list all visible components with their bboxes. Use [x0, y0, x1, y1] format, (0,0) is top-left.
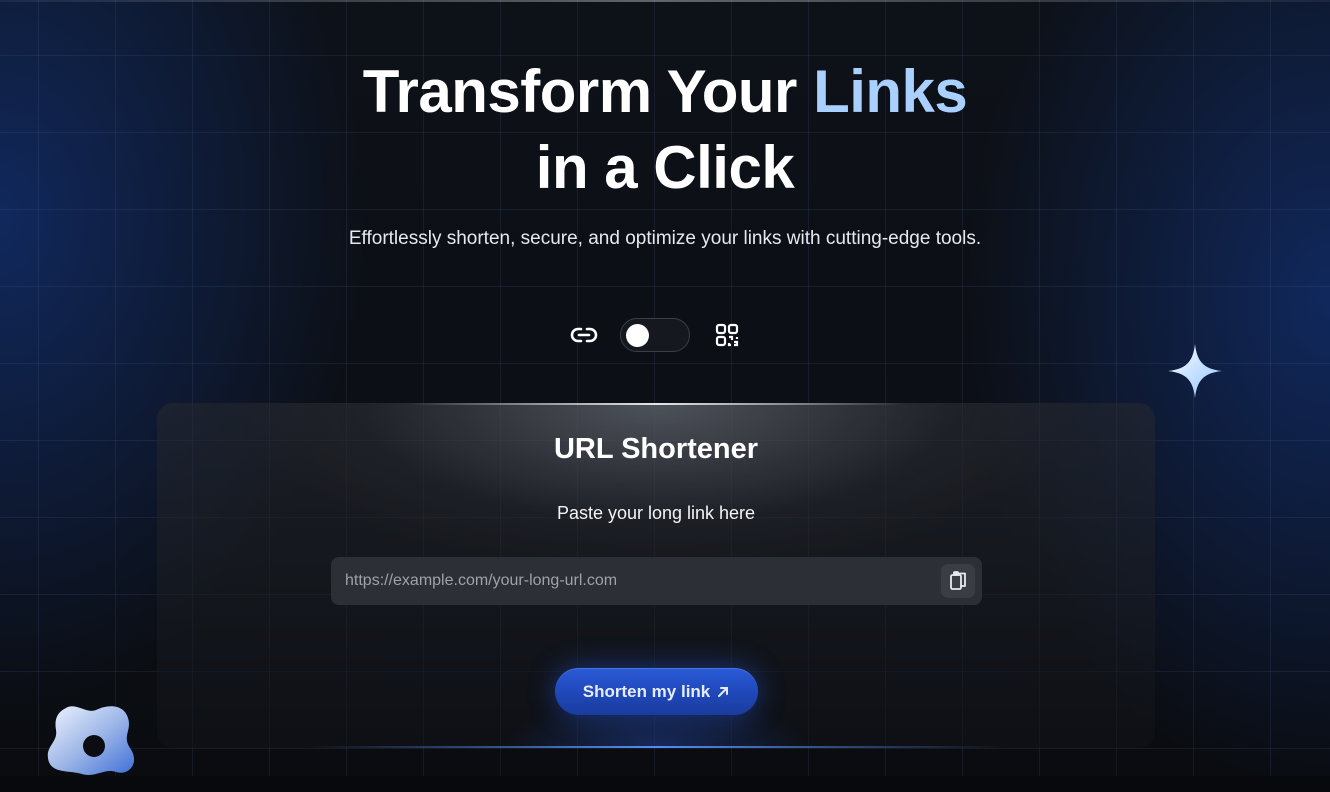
toggle-knob [626, 324, 649, 347]
mode-toggle-row [565, 316, 765, 354]
hero-title-accent: Links [813, 58, 968, 125]
link-qr-toggle[interactable] [620, 318, 690, 352]
sparkle-star-icon [1168, 344, 1222, 398]
clipboard-icon [950, 571, 966, 590]
shorten-link-label: Shorten my link [582, 681, 711, 701]
shorten-link-button[interactable]: Shorten my link [555, 668, 758, 715]
arrow-up-right-icon [718, 686, 729, 697]
blob-logo [47, 706, 135, 775]
top-divider [0, 0, 1330, 2]
bottom-bar [0, 776, 1330, 792]
hero-title-part1: Transform Your [362, 58, 814, 125]
url-field [331, 557, 982, 605]
card-bottom-glow [307, 746, 1005, 748]
url-input-label: Paste your long link here [556, 503, 756, 523]
card-top-highlight [407, 403, 905, 405]
url-shortener-card: URL Shortener Paste your long link here … [157, 403, 1155, 748]
hero-title: Transform Your Links in a Click [0, 54, 1330, 206]
paste-button[interactable] [941, 564, 975, 598]
card-title: URL Shortener [553, 433, 759, 465]
url-input[interactable] [331, 557, 921, 605]
hero-title-line2: in a Click [535, 134, 795, 201]
page: Transform Your Links in a Click Effortle… [0, 0, 1330, 792]
link-icon[interactable] [570, 324, 598, 346]
qr-code-icon[interactable] [715, 323, 739, 347]
hero-subtitle: Effortlessly shorten, secure, and optimi… [348, 228, 982, 249]
